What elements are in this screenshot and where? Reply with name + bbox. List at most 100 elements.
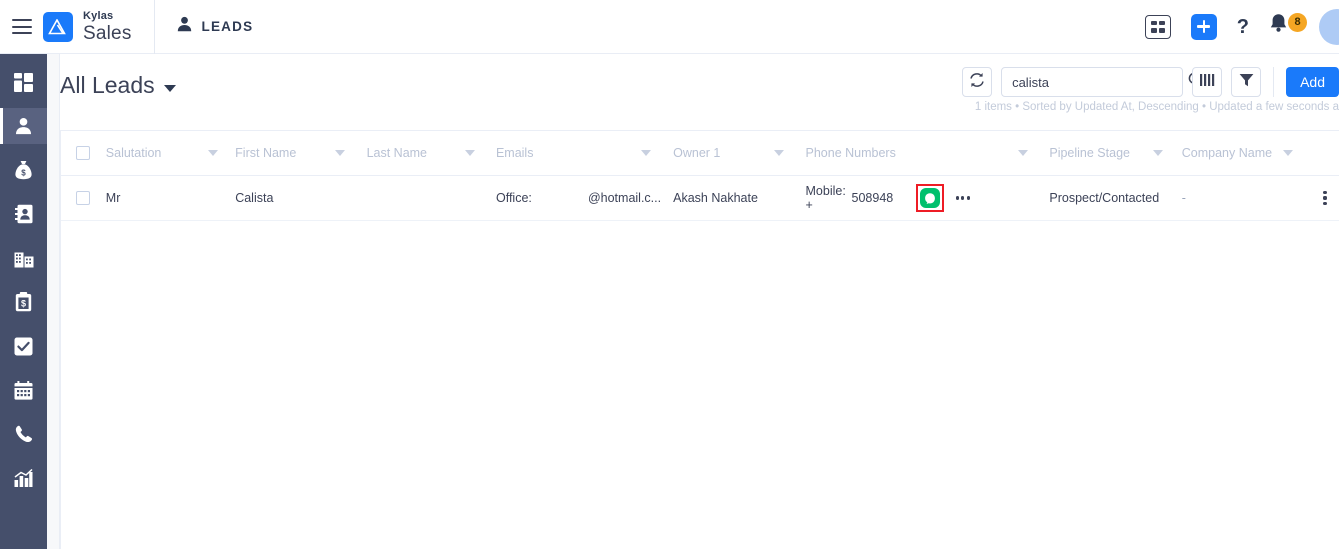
columns-button[interactable] — [1192, 67, 1223, 97]
sidebar-item-tasks[interactable] — [0, 328, 47, 364]
sort-caret-icon[interactable] — [335, 150, 346, 156]
more-vertical-icon[interactable] — [1323, 190, 1327, 206]
top-header-bar: Kylas Sales LEADS ? 8 — [0, 0, 1339, 54]
email-value: @hotmail.c... — [587, 191, 662, 205]
leads-table: Salutation First Name Last Name Emails O… — [60, 130, 1339, 549]
sidebar-item-contacts[interactable] — [0, 196, 47, 232]
sidebar-item-meetings[interactable] — [0, 372, 47, 408]
page-title-label: All Leads — [60, 72, 155, 98]
brand-bottom-label: Sales — [83, 22, 132, 44]
question-mark-icon[interactable]: ? — [1237, 17, 1249, 37]
notifications-button[interactable]: 8 — [1269, 12, 1307, 41]
header-actions: ? 8 — [1144, 0, 1339, 54]
money-bag-icon: $ — [14, 160, 33, 180]
toolbar-divider — [1273, 67, 1275, 97]
column-header-company-name[interactable]: Company Name — [1182, 131, 1311, 176]
refresh-icon — [969, 72, 985, 93]
columns-icon — [1199, 73, 1215, 92]
apps-grid-icon[interactable] — [1144, 14, 1171, 39]
avatar[interactable] — [1319, 8, 1339, 45]
phone-type-label: Mobile: + — [805, 184, 846, 212]
list-toolbar: Add — [962, 67, 1339, 97]
page-header: All Leads calista Add 1 items • Sorted b… — [60, 54, 1339, 130]
cell-company-name: - — [1181, 191, 1186, 205]
sort-caret-icon[interactable] — [1017, 150, 1028, 156]
kylas-logo-icon[interactable] — [43, 11, 73, 42]
main-content: All Leads calista Add 1 items • Sorted b… — [60, 54, 1339, 549]
cell-first-name: Calista — [235, 191, 274, 205]
cell-emails: Office: @hotmail.c... — [496, 176, 673, 221]
column-header-label: Pipeline Stage — [1049, 146, 1130, 160]
cell-last-name — [367, 176, 496, 221]
column-header-pipeline-stage[interactable]: Pipeline Stage — [1049, 131, 1181, 176]
checkbox-unchecked[interactable] — [76, 191, 91, 205]
sidebar-item-quotes[interactable]: $ — [0, 284, 47, 320]
notification-badge: 8 — [1288, 12, 1307, 32]
page-title[interactable]: All Leads — [60, 72, 176, 99]
chevron-down-icon[interactable] — [163, 84, 176, 92]
bar-chart-icon — [14, 469, 33, 487]
column-header-salutation[interactable]: Salutation — [106, 131, 235, 176]
column-header-phone-numbers[interactable]: Phone Numbers — [806, 131, 1050, 176]
header-divider — [153, 0, 155, 54]
svg-text:$: $ — [21, 169, 26, 178]
row-actions-cell[interactable] — [1311, 190, 1339, 206]
person-icon — [15, 117, 32, 135]
quick-add-button[interactable] — [1190, 13, 1217, 40]
plus-icon[interactable] — [1190, 13, 1217, 40]
calendar-icon — [14, 380, 33, 400]
select-all-cell[interactable] — [61, 146, 106, 160]
search-input[interactable] — [1012, 74, 1189, 90]
column-header-label: First Name — [235, 146, 297, 160]
whatsapp-icon[interactable] — [919, 188, 940, 208]
column-header-label: Emails — [495, 146, 534, 160]
row-select-cell[interactable] — [61, 191, 106, 205]
list-status-text: 1 items • Sorted by Updated At, Descendi… — [974, 101, 1339, 113]
column-header-label: Last Name — [366, 146, 428, 160]
sidebar-item-deals[interactable]: $ — [0, 152, 47, 188]
refresh-button[interactable] — [962, 67, 993, 97]
brand-name: Kylas Sales — [83, 9, 132, 44]
add-button[interactable]: Add — [1286, 67, 1339, 97]
bell-icon — [1269, 13, 1288, 38]
column-header-label: Company Name — [1181, 146, 1273, 160]
column-header-owner[interactable]: Owner 1 — [673, 131, 805, 176]
whatsapp-highlight-box — [915, 184, 944, 212]
sidebar-item-dashboard[interactable] — [0, 64, 47, 100]
sort-caret-icon[interactable] — [1153, 150, 1164, 156]
sidebar-item-leads[interactable] — [0, 108, 47, 144]
column-header-emails[interactable]: Emails — [496, 131, 673, 176]
sort-caret-icon[interactable] — [1282, 150, 1293, 156]
sort-caret-icon[interactable] — [774, 150, 785, 156]
svg-text:$: $ — [21, 299, 26, 309]
more-horizontal-icon[interactable] — [955, 196, 971, 200]
cell-owner: Akash Nakhate — [673, 191, 758, 205]
sort-caret-icon[interactable] — [464, 150, 475, 156]
sidebar-item-calls[interactable] — [0, 416, 47, 452]
building-icon — [14, 249, 34, 268]
table-row[interactable]: Mr Calista Office: @hotmail.c... Akash N… — [61, 176, 1339, 221]
cell-phone-numbers: Mobile: + 508948 — [806, 176, 1050, 221]
app-root: Kylas Sales LEADS ? 8 $ $ All Leads cali… — [0, 0, 1339, 549]
table-header-row: Salutation First Name Last Name Emails O… — [61, 131, 1339, 176]
column-header-first-name[interactable]: First Name — [235, 131, 366, 176]
search-box[interactable] — [1001, 67, 1204, 97]
cell-pipeline-stage: Prospect/Contacted — [1049, 191, 1160, 205]
brand-top-label: Kylas — [83, 9, 114, 22]
left-sidebar: $ $ — [0, 54, 47, 549]
column-header-last-name[interactable]: Last Name — [367, 131, 496, 176]
sidebar-item-reports[interactable] — [0, 460, 47, 496]
column-header-label: Salutation — [105, 146, 162, 160]
sidebar-gutter — [47, 54, 60, 549]
sort-caret-icon[interactable] — [207, 150, 218, 156]
nav-module-leads[interactable]: LEADS — [177, 16, 254, 37]
sidebar-item-companies[interactable] — [0, 240, 47, 276]
phone-number-value: 508948 — [851, 191, 894, 205]
filter-funnel-icon — [1239, 73, 1254, 92]
checkbox-unchecked[interactable] — [76, 146, 91, 160]
column-header-label: Owner 1 — [673, 146, 721, 160]
hamburger-menu-icon[interactable] — [12, 19, 32, 34]
checkbox-check-icon — [14, 337, 33, 356]
filter-button[interactable] — [1231, 67, 1262, 97]
sort-caret-icon[interactable] — [640, 150, 651, 156]
